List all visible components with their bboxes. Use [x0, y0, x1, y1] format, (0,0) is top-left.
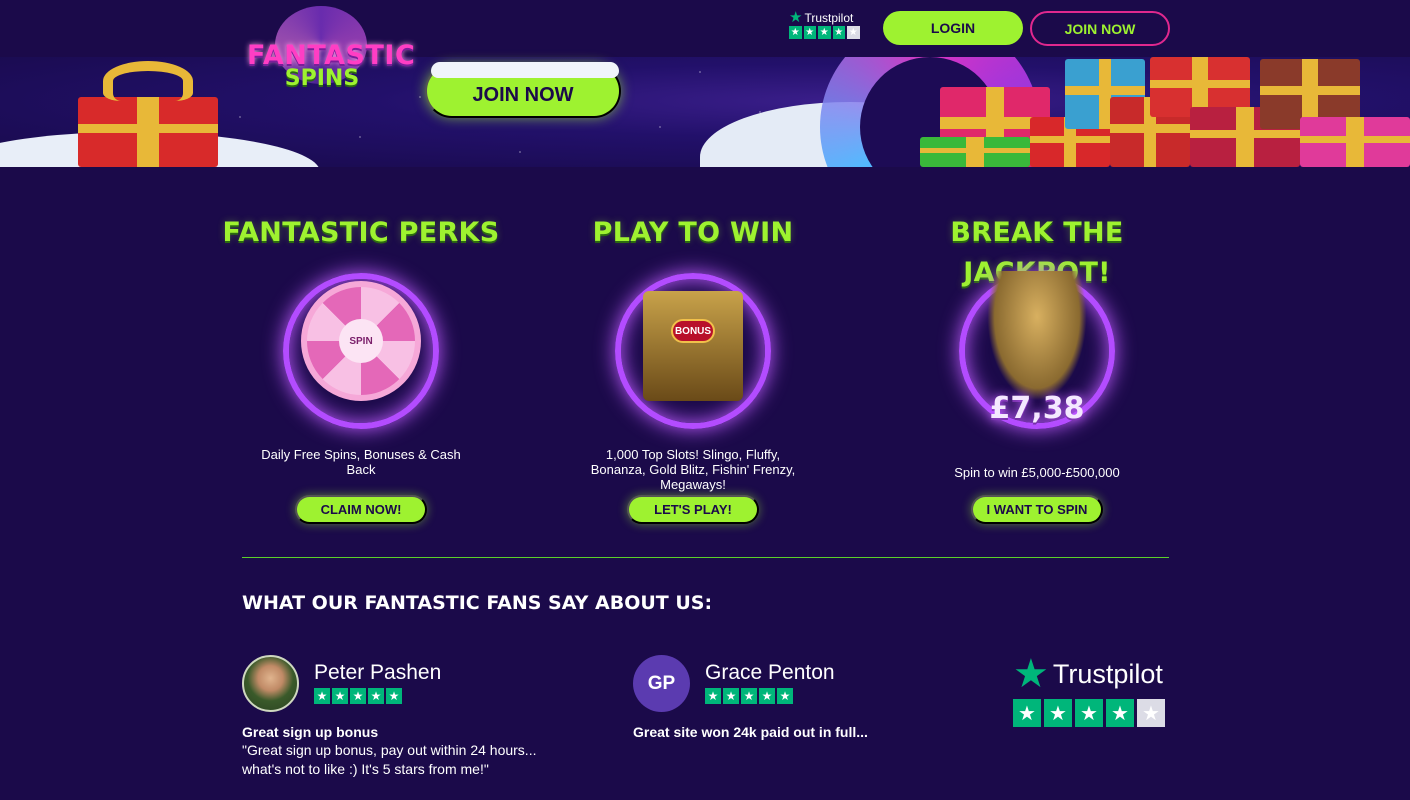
claim-now-button[interactable]: CLAIM NOW!: [295, 495, 427, 524]
jackpot-amount: £7,38: [989, 391, 1085, 426]
review-rating: ★ ★ ★ ★ ★: [314, 688, 402, 704]
star-icon: ★: [832, 26, 845, 39]
slots-image: BONUS: [603, 261, 783, 441]
join-now-header-button[interactable]: JOIN NOW: [1030, 11, 1170, 46]
section-divider: [242, 557, 1169, 558]
perk-description: Spin to win £5,000-£500,000: [954, 465, 1120, 480]
trustpilot-label: Trustpilot: [804, 10, 854, 25]
spin-wheel-image: SPIN: [271, 261, 451, 441]
trustpilot-star-icon: ★: [1013, 652, 1049, 696]
perk-title: PLAY TO WIN: [592, 217, 794, 248]
site-logo[interactable]: FANTASTIC SPINS: [247, 2, 415, 94]
star-icon: ★: [314, 688, 330, 704]
perk-title: FANTASTIC PERKS: [222, 217, 500, 248]
star-icon: ★: [1075, 699, 1103, 727]
perk-description: 1,000 Top Slots! Slingo, Fluffy, Bonanza…: [590, 447, 796, 492]
star-icon: ★: [723, 688, 739, 704]
trustpilot-brand: ★ Trustpilot: [789, 9, 861, 26]
star-icon: ★: [332, 688, 348, 704]
perk-play-to-win: PLAY TO WIN BONUS 1,000 Top Slots! Sling…: [543, 213, 843, 524]
bonus-badge: BONUS: [671, 319, 715, 343]
gift-icon: [920, 137, 1030, 167]
star-icon: ★: [777, 688, 793, 704]
review-title: Great sign up bonus: [242, 724, 379, 740]
trustpilot-brand: ★ Trustpilot: [1013, 652, 1170, 696]
star-icon: ★: [803, 26, 816, 39]
star-icon: ★: [1106, 699, 1134, 727]
trustpilot-widget[interactable]: ★ Trustpilot ★ ★ ★ ★ ★: [1013, 652, 1170, 730]
review-body: "Great sign up bonus, pay out within 24 …: [242, 742, 537, 777]
star-icon: ★: [705, 688, 721, 704]
star-icon: ★: [759, 688, 775, 704]
gift-icon: [78, 97, 218, 167]
perk-description: Daily Free Spins, Bonuses & Cash Back: [261, 447, 461, 477]
star-empty-icon: ★: [1137, 699, 1165, 727]
avatar: GP: [633, 655, 690, 712]
join-now-banner-button[interactable]: JOIN NOW: [425, 62, 621, 118]
perk-title: BREAK THE JACKPOT!: [950, 217, 1124, 288]
trustpilot-rating: ★ ★ ★ ★ ★: [1013, 699, 1170, 727]
trustpilot-star-icon: ★: [789, 9, 803, 26]
i-want-to-spin-button[interactable]: I WANT TO SPIN: [971, 495, 1103, 524]
star-icon: ★: [350, 688, 366, 704]
join-now-banner-label: JOIN NOW: [472, 83, 574, 106]
elephant-icon: [987, 271, 1087, 401]
login-button[interactable]: LOGIN: [883, 11, 1023, 45]
star-icon: ★: [386, 688, 402, 704]
jackpot-image: £7,38: [947, 261, 1127, 441]
lets-play-button[interactable]: LET'S PLAY!: [627, 495, 759, 524]
reviews-heading: WHAT OUR FANTASTIC FANS SAY ABOUT US:: [242, 592, 713, 614]
star-empty-icon: ★: [847, 26, 860, 39]
gift-icon: [1300, 117, 1410, 167]
star-icon: ★: [818, 26, 831, 39]
trustpilot-label: Trustpilot: [1052, 658, 1163, 689]
trustpilot-rating: ★ ★ ★ ★ ★: [789, 26, 861, 39]
trustpilot-header-widget[interactable]: ★ Trustpilot ★ ★ ★ ★ ★: [789, 9, 861, 43]
gift-bow-icon: [103, 61, 193, 101]
star-icon: ★: [1013, 699, 1041, 727]
perk-fantastic-perks: FANTASTIC PERKS SPIN Daily Free Spins, B…: [211, 213, 511, 524]
review-rating: ★ ★ ★ ★ ★: [705, 688, 793, 704]
slot-reels-icon: [643, 291, 743, 401]
star-icon: ★: [368, 688, 384, 704]
review-title: Great site won 24k paid out in full...: [633, 724, 868, 740]
wheel-center-label: SPIN: [339, 319, 383, 363]
hero-banner: [0, 57, 1410, 167]
logo-text-spins: SPINS: [284, 66, 360, 91]
perk-break-the-jackpot: BREAK THE JACKPOT! £7,38 Spin to win £5,…: [887, 213, 1187, 524]
top-bar: [0, 0, 1410, 57]
star-icon: ★: [741, 688, 757, 704]
reviewer-name: Peter Pashen: [314, 661, 442, 684]
star-icon: ★: [789, 26, 802, 39]
reviewer-name: Grace Penton: [705, 661, 835, 684]
star-icon: ★: [1044, 699, 1072, 727]
avatar: [242, 655, 299, 712]
